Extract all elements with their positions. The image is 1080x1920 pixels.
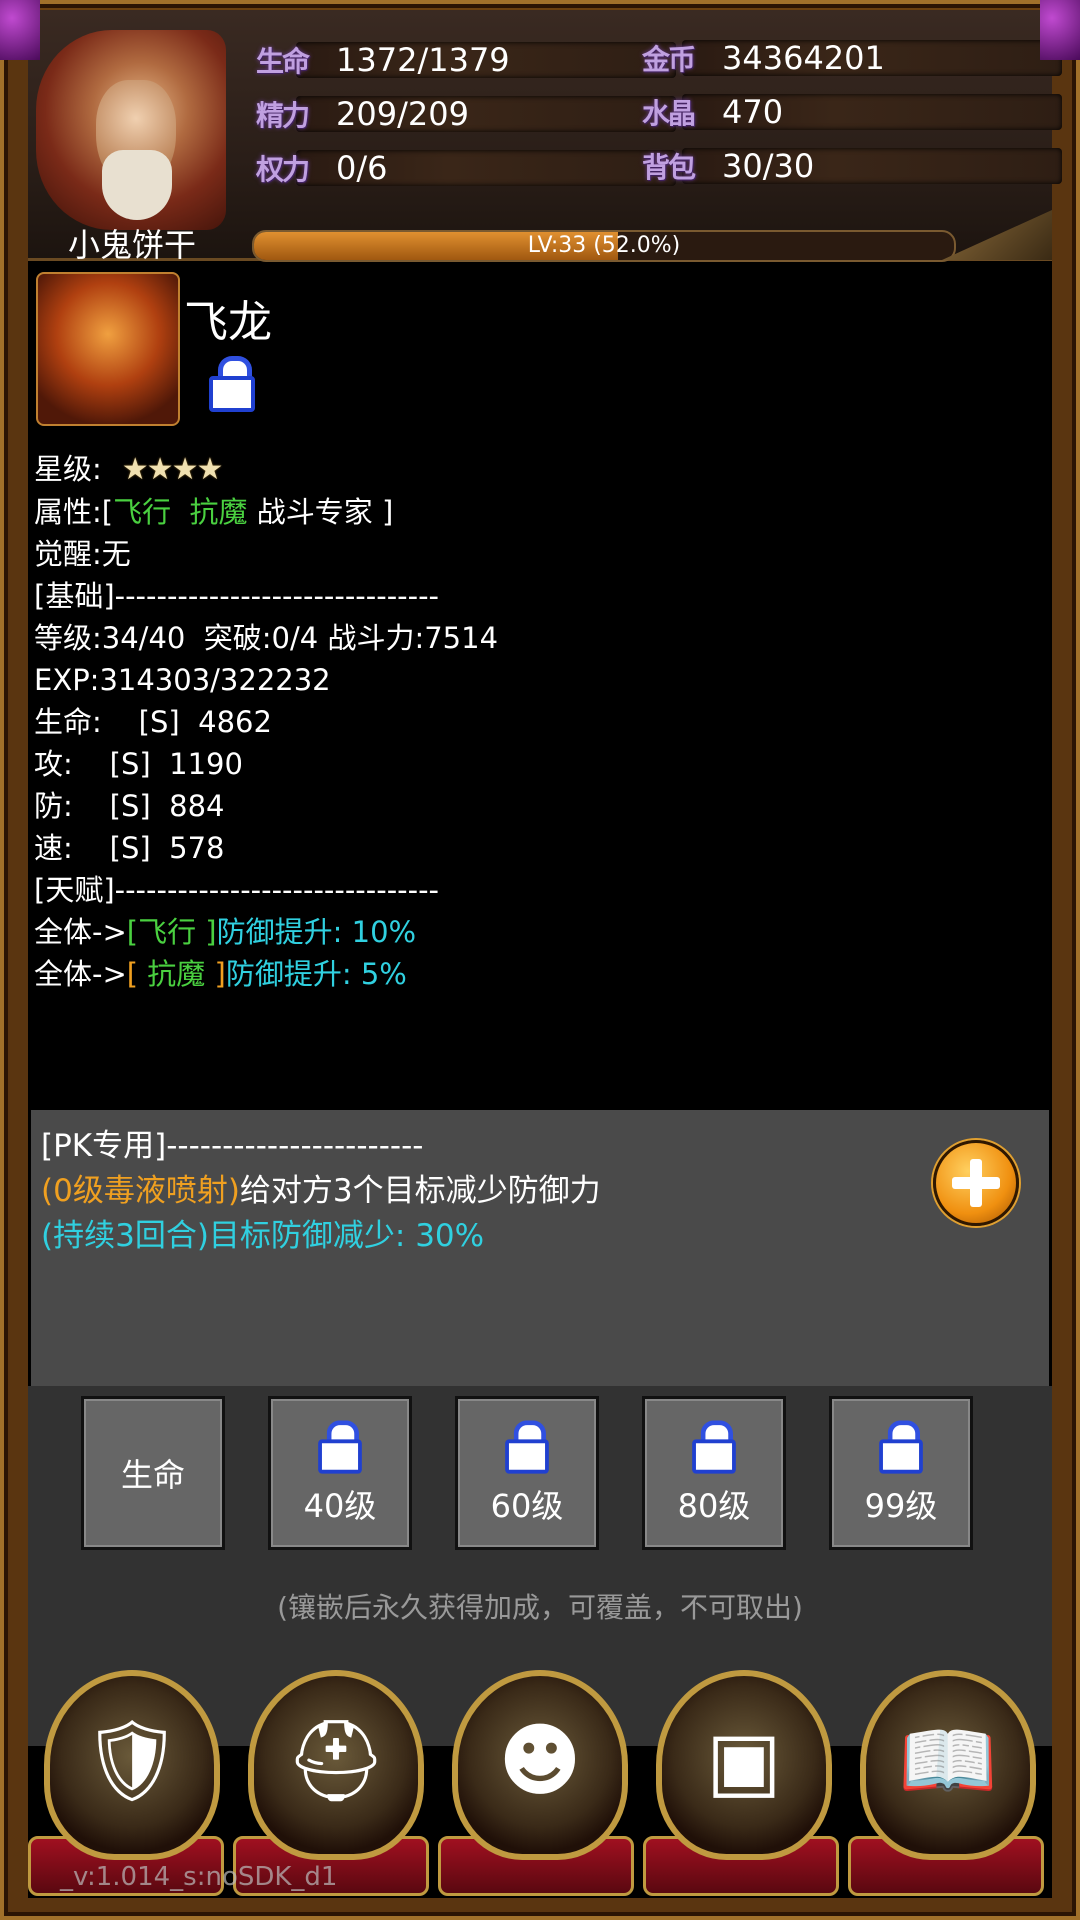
talent-tag: [飞行 ] [126,915,217,949]
talent-tag: 抗魔 [138,957,215,991]
section-basic: [基础]------------------------------- [34,579,440,613]
attribute-row: 属性:[飞行 抗魔 战斗专家 ] [34,495,394,529]
stat-gold: 金币 34364201 [642,36,1062,80]
stat-value: 1372/1379 [336,41,510,79]
hero-info: 星级: ★★★★ 属性:[飞行 抗魔 战斗专家 ] 觉醒:无 [基础]------… [34,448,498,995]
frame-corner [0,0,40,60]
stat-label: 水晶 [642,97,696,130]
slot-level-80[interactable]: 80级 [642,1396,786,1550]
stat-label: 背包 [642,151,696,184]
hero-name: 飞龙 [184,297,272,348]
slot-label: 60级 [490,1487,564,1525]
star-rating-icon: ★★★★ [121,452,224,487]
atk-row: 攻: [S] 1190 [34,747,243,781]
talent-row: 全体->[飞行 ]防御提升: 10% [34,915,417,949]
stat-label: 权力 [256,153,310,186]
slot-hp[interactable]: 生命 [81,1396,225,1550]
stat-hp: 生命 1372/1379 [256,38,676,82]
stat-value: 209/209 [336,95,469,133]
book-icon: 📖 [898,1714,998,1807]
talent-effect: 防御提升: 10% [216,915,417,949]
slot-label: 生命 [120,1456,185,1494]
lock-icon [318,1420,362,1474]
warrior-helmet-icon: ⛑ [285,1714,387,1807]
talent-row: 全体->[ 抗魔 ]防御提升: 5% [34,957,407,991]
hp-row: 生命: [S] 4862 [34,705,272,739]
attr-fighter: 战斗专家 [256,495,373,529]
treasure-chest-icon: ▣ [706,1714,782,1807]
slot-level-60[interactable]: 60级 [455,1396,599,1550]
stat-power: 权力 0/6 [256,146,676,190]
slot-label: 80级 [677,1487,751,1525]
awaken-row: 觉醒:无 [34,537,131,571]
level-progress-bar: LV:33 (52.0%) [252,230,956,262]
stat-value: 34364201 [722,39,885,77]
pk-duration: (持续3回合)目标防御减少: 30% [41,1218,485,1254]
masked-face-icon: ☻ [498,1714,582,1807]
star-row: 星级: ★★★★ [34,448,498,491]
attr-anti-magic: 抗魔 [189,495,248,529]
pk-skill-row: (0级毒液喷射)给对方3个目标减少防御力 [41,1169,601,1214]
lock-icon [879,1420,923,1474]
shield-swords-icon: 🛡 [81,1714,183,1807]
stat-value: 470 [722,93,784,131]
pk-skill-name: (0级毒液喷射) [41,1173,240,1209]
attr-flying: 飞行 [113,495,172,529]
level-text: LV:33 (52.0%) [527,233,681,258]
star-label: 星级: [34,452,102,486]
stat-label: 金币 [642,43,696,76]
nav-book-button[interactable]: 📖 [860,1670,1036,1860]
player-avatar[interactable] [36,30,226,230]
player-header: 生命 1372/1379 精力 209/209 权力 0/6 金币 343642… [28,10,1062,264]
stat-energy: 精力 209/209 [256,92,676,136]
def-row: 防: [S] 884 [34,789,225,823]
player-name: 小鬼饼干 [68,226,197,264]
pk-title: [PK专用]----------------------- [41,1128,424,1164]
frame-corner [1040,0,1080,60]
stat-label: 生命 [256,45,310,78]
spd-row: 速: [S] 578 [34,831,225,865]
pk-skill-desc: 给对方3个目标减少防御力 [239,1173,601,1209]
avatar-beard [102,150,172,220]
version-label: _v:1.014_s:noSDK_d1 [60,1862,338,1892]
nav-hero-button[interactable]: ⛑ [248,1670,424,1860]
lock-icon[interactable] [209,356,255,412]
hero-portrait[interactable] [36,272,180,426]
nav-chest-button[interactable]: ▣ [656,1670,832,1860]
lock-icon [505,1420,549,1474]
slot-level-40[interactable]: 40级 [268,1396,412,1550]
stat-value: 30/30 [722,147,815,185]
stat-value: 0/6 [336,149,388,187]
nav-team-button[interactable]: 🛡 [44,1670,220,1860]
stat-crystal: 水晶 470 [642,90,1062,134]
slot-level-99[interactable]: 99级 [829,1396,973,1550]
slot-label: 40级 [303,1487,377,1525]
bottom-nav: 🛡 ⛑ ☻ ▣ 📖 [28,1650,1052,1898]
header-ornament [942,210,1052,260]
slot-label: 99级 [864,1487,938,1525]
exp-row: EXP:314303/322232 [34,663,331,697]
stat-bag: 背包 30/30 [642,144,1062,188]
section-talent: [天赋]------------------------------- [34,873,440,907]
lock-icon [692,1420,736,1474]
talent-effect: 防御提升: 5% [225,957,407,991]
pk-skill-panel: [PK专用]----------------------- (0级毒液喷射)给对… [31,1110,1049,1386]
slot-note: (镶嵌后永久获得加成，可覆盖，不可取出) [277,1591,803,1624]
level-row: 等级:34/40 突破:0/4 战斗力:7514 [34,621,499,655]
stat-label: 精力 [256,99,310,132]
add-skill-button[interactable] [933,1140,1019,1226]
nav-mask-button[interactable]: ☻ [452,1670,628,1860]
